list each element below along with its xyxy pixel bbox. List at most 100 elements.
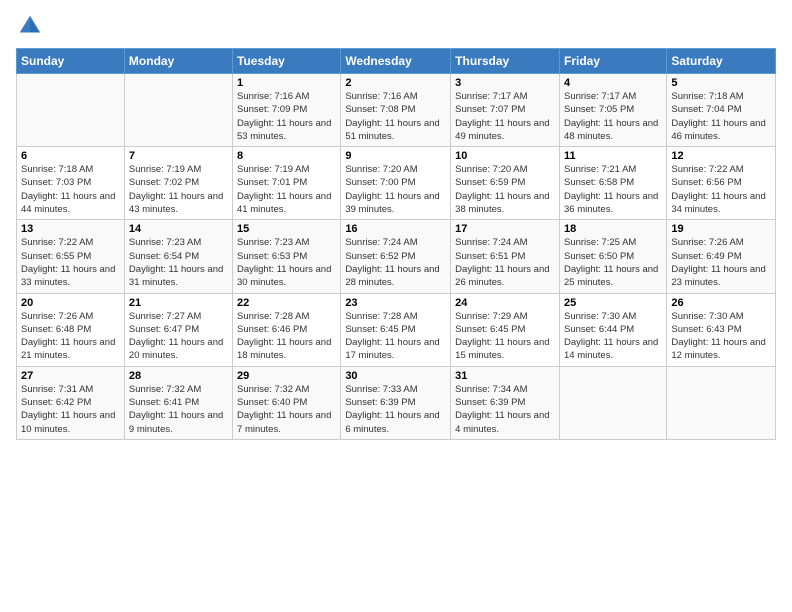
day-number: 25 [564,297,662,309]
day-info: Sunrise: 7:22 AMSunset: 6:56 PMDaylight:… [671,163,771,216]
day-number: 31 [455,370,555,382]
day-number: 2 [345,77,446,89]
day-number: 28 [129,370,228,382]
calendar-day-cell: 11Sunrise: 7:21 AMSunset: 6:58 PMDayligh… [559,147,666,220]
day-number: 29 [237,370,336,382]
day-info: Sunrise: 7:32 AMSunset: 6:41 PMDaylight:… [129,383,228,436]
day-info: Sunrise: 7:32 AMSunset: 6:40 PMDaylight:… [237,383,336,436]
calendar-day-cell: 13Sunrise: 7:22 AMSunset: 6:55 PMDayligh… [17,220,125,293]
day-number: 5 [671,77,771,89]
day-number: 4 [564,77,662,89]
logo-icon [16,12,44,40]
day-number: 22 [237,297,336,309]
day-number: 27 [21,370,120,382]
day-info: Sunrise: 7:22 AMSunset: 6:55 PMDaylight:… [21,236,120,289]
day-info: Sunrise: 7:23 AMSunset: 6:53 PMDaylight:… [237,236,336,289]
calendar-day-cell: 9Sunrise: 7:20 AMSunset: 7:00 PMDaylight… [341,147,451,220]
day-number: 8 [237,150,336,162]
calendar-day-cell: 19Sunrise: 7:26 AMSunset: 6:49 PMDayligh… [667,220,776,293]
day-info: Sunrise: 7:30 AMSunset: 6:44 PMDaylight:… [564,310,662,363]
day-info: Sunrise: 7:17 AMSunset: 7:07 PMDaylight:… [455,90,555,143]
calendar-day-cell: 31Sunrise: 7:34 AMSunset: 6:39 PMDayligh… [451,366,560,439]
day-info: Sunrise: 7:30 AMSunset: 6:43 PMDaylight:… [671,310,771,363]
calendar-day-cell: 2Sunrise: 7:16 AMSunset: 7:08 PMDaylight… [341,74,451,147]
day-number: 21 [129,297,228,309]
day-info: Sunrise: 7:34 AMSunset: 6:39 PMDaylight:… [455,383,555,436]
logo [16,12,48,40]
day-info: Sunrise: 7:18 AMSunset: 7:04 PMDaylight:… [671,90,771,143]
calendar-day-cell [667,366,776,439]
day-number: 30 [345,370,446,382]
day-number: 1 [237,77,336,89]
day-info: Sunrise: 7:24 AMSunset: 6:51 PMDaylight:… [455,236,555,289]
calendar-day-cell: 1Sunrise: 7:16 AMSunset: 7:09 PMDaylight… [233,74,341,147]
calendar-day-cell: 5Sunrise: 7:18 AMSunset: 7:04 PMDaylight… [667,74,776,147]
calendar-day-cell: 23Sunrise: 7:28 AMSunset: 6:45 PMDayligh… [341,293,451,366]
day-info: Sunrise: 7:20 AMSunset: 7:00 PMDaylight:… [345,163,446,216]
weekday-header: Saturday [667,49,776,74]
day-info: Sunrise: 7:28 AMSunset: 6:46 PMDaylight:… [237,310,336,363]
day-number: 7 [129,150,228,162]
day-number: 24 [455,297,555,309]
day-info: Sunrise: 7:27 AMSunset: 6:47 PMDaylight:… [129,310,228,363]
day-info: Sunrise: 7:16 AMSunset: 7:08 PMDaylight:… [345,90,446,143]
calendar-day-cell: 20Sunrise: 7:26 AMSunset: 6:48 PMDayligh… [17,293,125,366]
day-info: Sunrise: 7:29 AMSunset: 6:45 PMDaylight:… [455,310,555,363]
calendar-day-cell: 3Sunrise: 7:17 AMSunset: 7:07 PMDaylight… [451,74,560,147]
calendar-day-cell [559,366,666,439]
calendar-week-row: 27Sunrise: 7:31 AMSunset: 6:42 PMDayligh… [17,366,776,439]
day-number: 10 [455,150,555,162]
calendar-day-cell: 7Sunrise: 7:19 AMSunset: 7:02 PMDaylight… [124,147,232,220]
calendar-week-row: 20Sunrise: 7:26 AMSunset: 6:48 PMDayligh… [17,293,776,366]
calendar-day-cell: 17Sunrise: 7:24 AMSunset: 6:51 PMDayligh… [451,220,560,293]
page: SundayMondayTuesdayWednesdayThursdayFrid… [0,0,792,612]
calendar-day-cell [17,74,125,147]
day-number: 3 [455,77,555,89]
day-info: Sunrise: 7:19 AMSunset: 7:01 PMDaylight:… [237,163,336,216]
day-number: 17 [455,223,555,235]
day-number: 12 [671,150,771,162]
day-number: 23 [345,297,446,309]
day-info: Sunrise: 7:21 AMSunset: 6:58 PMDaylight:… [564,163,662,216]
day-info: Sunrise: 7:24 AMSunset: 6:52 PMDaylight:… [345,236,446,289]
calendar-week-row: 13Sunrise: 7:22 AMSunset: 6:55 PMDayligh… [17,220,776,293]
day-number: 16 [345,223,446,235]
weekday-header: Wednesday [341,49,451,74]
calendar-day-cell: 12Sunrise: 7:22 AMSunset: 6:56 PMDayligh… [667,147,776,220]
calendar-day-cell: 6Sunrise: 7:18 AMSunset: 7:03 PMDaylight… [17,147,125,220]
header [16,12,776,40]
day-info: Sunrise: 7:25 AMSunset: 6:50 PMDaylight:… [564,236,662,289]
weekday-header: Thursday [451,49,560,74]
day-info: Sunrise: 7:18 AMSunset: 7:03 PMDaylight:… [21,163,120,216]
calendar-day-cell: 15Sunrise: 7:23 AMSunset: 6:53 PMDayligh… [233,220,341,293]
day-number: 18 [564,223,662,235]
day-info: Sunrise: 7:26 AMSunset: 6:49 PMDaylight:… [671,236,771,289]
calendar-day-cell: 28Sunrise: 7:32 AMSunset: 6:41 PMDayligh… [124,366,232,439]
day-number: 20 [21,297,120,309]
day-info: Sunrise: 7:17 AMSunset: 7:05 PMDaylight:… [564,90,662,143]
weekday-header: Monday [124,49,232,74]
calendar-day-cell: 21Sunrise: 7:27 AMSunset: 6:47 PMDayligh… [124,293,232,366]
calendar-day-cell [124,74,232,147]
calendar-day-cell: 8Sunrise: 7:19 AMSunset: 7:01 PMDaylight… [233,147,341,220]
day-number: 14 [129,223,228,235]
calendar-week-row: 6Sunrise: 7:18 AMSunset: 7:03 PMDaylight… [17,147,776,220]
day-info: Sunrise: 7:23 AMSunset: 6:54 PMDaylight:… [129,236,228,289]
calendar-day-cell: 22Sunrise: 7:28 AMSunset: 6:46 PMDayligh… [233,293,341,366]
calendar-day-cell: 26Sunrise: 7:30 AMSunset: 6:43 PMDayligh… [667,293,776,366]
calendar-day-cell: 27Sunrise: 7:31 AMSunset: 6:42 PMDayligh… [17,366,125,439]
day-number: 13 [21,223,120,235]
weekday-header: Sunday [17,49,125,74]
day-info: Sunrise: 7:26 AMSunset: 6:48 PMDaylight:… [21,310,120,363]
day-info: Sunrise: 7:16 AMSunset: 7:09 PMDaylight:… [237,90,336,143]
calendar-day-cell: 24Sunrise: 7:29 AMSunset: 6:45 PMDayligh… [451,293,560,366]
calendar-day-cell: 30Sunrise: 7:33 AMSunset: 6:39 PMDayligh… [341,366,451,439]
calendar-day-cell: 4Sunrise: 7:17 AMSunset: 7:05 PMDaylight… [559,74,666,147]
calendar-day-cell: 18Sunrise: 7:25 AMSunset: 6:50 PMDayligh… [559,220,666,293]
day-number: 26 [671,297,771,309]
calendar-day-cell: 16Sunrise: 7:24 AMSunset: 6:52 PMDayligh… [341,220,451,293]
day-info: Sunrise: 7:33 AMSunset: 6:39 PMDaylight:… [345,383,446,436]
calendar-day-cell: 25Sunrise: 7:30 AMSunset: 6:44 PMDayligh… [559,293,666,366]
calendar-header-row: SundayMondayTuesdayWednesdayThursdayFrid… [17,49,776,74]
day-number: 19 [671,223,771,235]
